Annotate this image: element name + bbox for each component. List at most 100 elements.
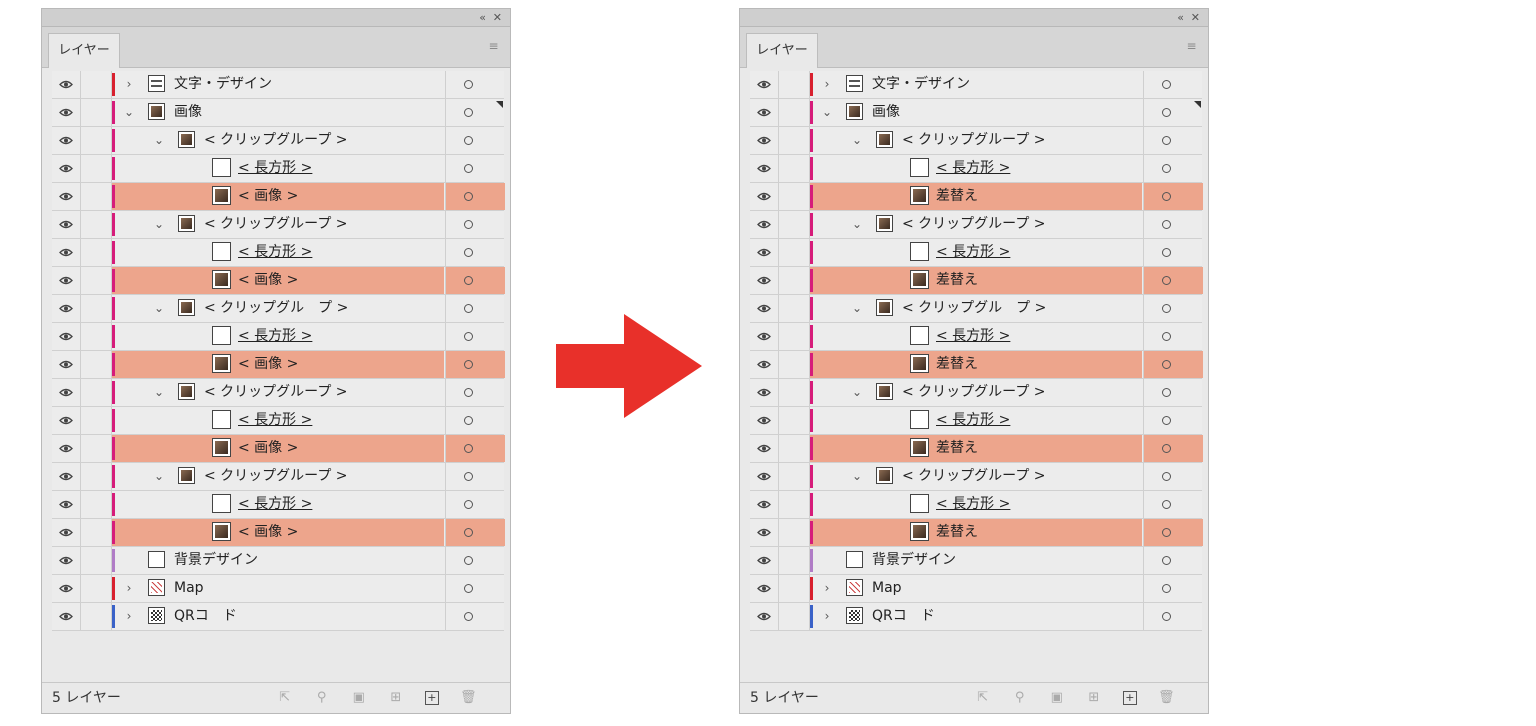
lock-toggle[interactable] <box>779 491 810 518</box>
layer-name-cell[interactable]: < 画像 > <box>112 519 444 546</box>
target-cell[interactable] <box>1143 603 1203 630</box>
target-cell[interactable] <box>445 547 505 574</box>
target-circle-icon[interactable] <box>1162 584 1171 593</box>
layer-name-cell[interactable]: < 長方形 > <box>112 491 444 518</box>
layer-name-cell[interactable]: < 画像 > <box>112 435 444 462</box>
layer-row[interactable]: < 長方形 > <box>52 239 504 267</box>
visibility-eye-icon[interactable] <box>750 463 779 490</box>
lock-toggle[interactable] <box>779 603 810 630</box>
target-cell[interactable] <box>1143 323 1203 350</box>
layer-row[interactable]: ⌄ < クリップグループ > <box>52 379 504 407</box>
visibility-eye-icon[interactable] <box>52 99 81 126</box>
lock-toggle[interactable] <box>779 71 810 98</box>
new-sublayer-icon[interactable]: ⊞ <box>388 690 404 706</box>
layer-name-cell[interactable]: 差替え <box>810 267 1142 294</box>
lock-toggle[interactable] <box>81 547 112 574</box>
layer-row[interactable]: › Map <box>750 575 1202 603</box>
lock-toggle[interactable] <box>81 99 112 126</box>
export-icon[interactable]: ⇱ <box>975 690 991 706</box>
target-circle-icon[interactable] <box>1162 556 1171 565</box>
lock-toggle[interactable] <box>779 323 810 350</box>
target-cell[interactable] <box>445 351 505 378</box>
target-cell[interactable] <box>1143 211 1203 238</box>
target-cell[interactable] <box>1143 407 1203 434</box>
target-circle-icon[interactable] <box>464 164 473 173</box>
visibility-eye-icon[interactable] <box>750 239 779 266</box>
visibility-eye-icon[interactable] <box>52 239 81 266</box>
layer-name-cell[interactable]: 差替え <box>810 519 1142 546</box>
layer-row[interactable]: ⌄ < クリップグループ > <box>750 127 1202 155</box>
target-circle-icon[interactable] <box>464 360 473 369</box>
chevron-down-icon[interactable]: ⌄ <box>152 379 166 406</box>
layer-name-cell[interactable]: ⌄ < クリップグループ > <box>112 127 444 154</box>
layer-row[interactable]: < 長方形 > <box>52 491 504 519</box>
chevron-right-icon[interactable]: › <box>820 71 834 98</box>
layer-row[interactable]: › 文字・デザイン <box>750 71 1202 99</box>
layer-row[interactable]: < 長方形 > <box>52 407 504 435</box>
visibility-eye-icon[interactable] <box>52 267 81 294</box>
lock-toggle[interactable] <box>81 603 112 630</box>
layer-row[interactable]: ⌄ < クリップグル プ > <box>52 295 504 323</box>
visibility-eye-icon[interactable] <box>52 519 81 546</box>
target-cell[interactable] <box>445 435 505 462</box>
layer-name-cell[interactable]: < 長方形 > <box>810 407 1142 434</box>
layer-row[interactable]: 背景デザイン <box>750 547 1202 575</box>
lock-toggle[interactable] <box>81 491 112 518</box>
target-cell[interactable] <box>1143 435 1203 462</box>
chevron-down-icon[interactable]: ⌄ <box>152 211 166 238</box>
lock-toggle[interactable] <box>81 267 112 294</box>
target-circle-icon[interactable] <box>464 444 473 453</box>
layer-row[interactable]: < 画像 > <box>52 267 505 295</box>
target-cell[interactable] <box>445 99 505 126</box>
chevron-down-icon[interactable]: ⌄ <box>820 99 834 126</box>
lock-toggle[interactable] <box>779 295 810 322</box>
lock-toggle[interactable] <box>81 379 112 406</box>
visibility-eye-icon[interactable] <box>750 267 779 294</box>
close-icon[interactable]: ✕ <box>493 9 502 26</box>
target-cell[interactable] <box>445 379 505 406</box>
lock-toggle[interactable] <box>81 239 112 266</box>
visibility-eye-icon[interactable] <box>750 183 779 210</box>
clip-mask-icon[interactable]: ▣ <box>1049 690 1065 706</box>
target-cell[interactable] <box>445 491 505 518</box>
target-cell[interactable] <box>1143 519 1203 546</box>
visibility-eye-icon[interactable] <box>750 547 779 574</box>
target-cell[interactable] <box>445 127 505 154</box>
layer-row[interactable]: < 長方形 > <box>750 323 1202 351</box>
target-circle-icon[interactable] <box>1162 192 1171 201</box>
layer-row[interactable]: ⌄ 画像 <box>750 99 1202 127</box>
target-cell[interactable] <box>1143 239 1203 266</box>
layer-row[interactable]: < 画像 > <box>52 351 505 379</box>
target-cell[interactable] <box>1143 71 1203 98</box>
lock-toggle[interactable] <box>779 519 810 546</box>
layer-name-cell[interactable]: › Map <box>810 575 1142 602</box>
visibility-eye-icon[interactable] <box>750 519 779 546</box>
visibility-eye-icon[interactable] <box>52 295 81 322</box>
collapse-icon[interactable]: « <box>1177 9 1184 26</box>
lock-toggle[interactable] <box>81 127 112 154</box>
target-circle-icon[interactable] <box>464 304 473 313</box>
target-cell[interactable] <box>445 463 505 490</box>
layer-name-cell[interactable]: ⌄ < クリップグループ > <box>112 211 444 238</box>
layer-row[interactable]: 差替え <box>750 351 1203 379</box>
layer-name-cell[interactable]: < 長方形 > <box>810 323 1142 350</box>
lock-toggle[interactable] <box>779 239 810 266</box>
layer-name-cell[interactable]: 差替え <box>810 183 1142 210</box>
chevron-right-icon[interactable]: › <box>820 575 834 602</box>
layer-name-cell[interactable]: < 長方形 > <box>810 491 1142 518</box>
layer-name-cell[interactable]: › 文字・デザイン <box>810 71 1142 98</box>
lock-toggle[interactable] <box>81 323 112 350</box>
visibility-eye-icon[interactable] <box>750 323 779 350</box>
layer-name-cell[interactable]: ⌄ < クリップグル プ > <box>810 295 1142 322</box>
layer-row[interactable]: › QRコ ド <box>750 603 1202 631</box>
layer-row[interactable]: › 文字・デザイン <box>52 71 504 99</box>
lock-toggle[interactable] <box>779 547 810 574</box>
target-circle-icon[interactable] <box>1162 528 1171 537</box>
layer-name-cell[interactable]: < 画像 > <box>112 183 444 210</box>
visibility-eye-icon[interactable] <box>750 71 779 98</box>
layer-row[interactable]: 差替え <box>750 435 1203 463</box>
visibility-eye-icon[interactable] <box>750 379 779 406</box>
lock-toggle[interactable] <box>779 99 810 126</box>
layer-name-cell[interactable]: › QRコ ド <box>112 603 444 630</box>
target-circle-icon[interactable] <box>464 192 473 201</box>
